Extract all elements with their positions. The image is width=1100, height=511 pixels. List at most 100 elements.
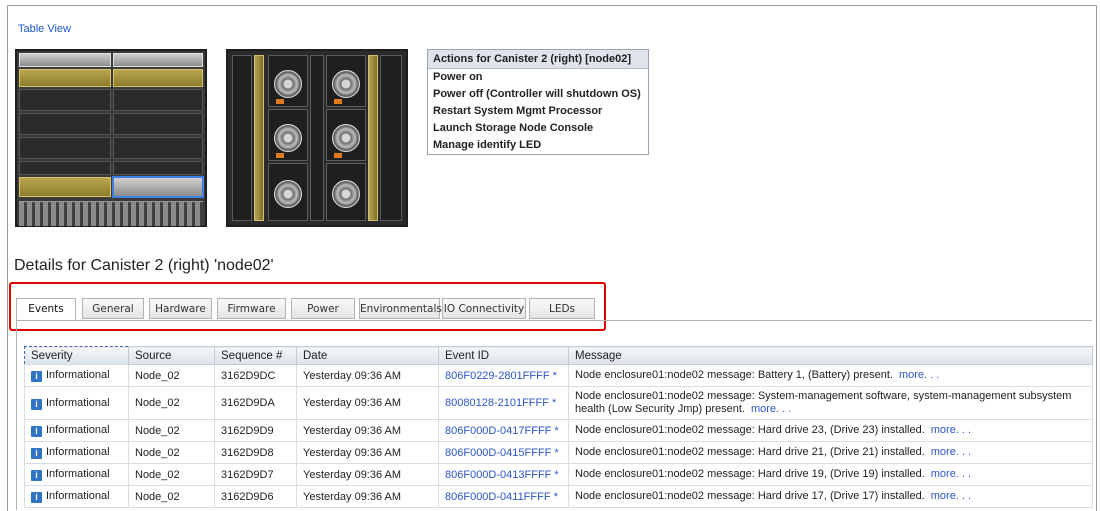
fan-module-6[interactable] — [326, 163, 366, 221]
severity-cell: i Informational — [24, 463, 129, 486]
bay-1[interactable] — [19, 53, 111, 67]
table-row[interactable]: i Informational Node_02 3162D9D9 Yesterda… — [24, 419, 1093, 442]
sequence-cell: 3162D9D9 — [214, 419, 297, 442]
severity-text: Informational — [46, 468, 110, 480]
date-cell: Yesterday 09:36 AM — [296, 386, 439, 420]
bay-5[interactable] — [19, 89, 111, 111]
more-link[interactable]: more. . . — [931, 490, 971, 502]
severity-cell: i Informational — [24, 419, 129, 442]
more-link[interactable]: more. . . — [931, 424, 971, 436]
more-link[interactable]: more. . . — [751, 403, 791, 415]
highlight-box — [9, 282, 606, 331]
bay-11[interactable] — [19, 161, 111, 175]
status-led — [334, 153, 342, 158]
fan-module-3[interactable] — [268, 163, 308, 221]
event-id-cell: 806F0229-2801FFFF * — [438, 364, 569, 387]
rear-rail-left — [254, 55, 264, 221]
canister-2-bay-selected[interactable] — [112, 176, 204, 198]
action-power-on[interactable]: Power on — [428, 69, 648, 86]
action-power-off[interactable]: Power off (Controller will shutdown OS) — [428, 86, 648, 103]
message-cell: Node enclosure01:node02 message: Battery… — [568, 364, 1093, 387]
message-text: Node enclosure01:node02 message: Hard dr… — [575, 468, 925, 480]
column-header-event-id[interactable]: Event ID — [438, 346, 569, 365]
table-row[interactable]: i Informational Node_02 3162D9D7 Yesterda… — [24, 463, 1093, 486]
fan-module-4[interactable] — [326, 55, 366, 107]
event-id-cell: 80080128-2101FFFF * — [438, 386, 569, 420]
severity-cell: i Informational — [24, 364, 129, 387]
tab-panel-border — [16, 320, 1092, 321]
severity-text: Informational — [46, 490, 110, 502]
column-header-message[interactable]: Message — [568, 346, 1093, 365]
info-icon: i — [31, 371, 42, 382]
event-id-link[interactable]: 806F000D-0413FFFF * — [445, 469, 559, 481]
table-row[interactable]: i Informational Node_02 3162D9DC Yesterda… — [24, 364, 1093, 387]
column-header-date[interactable]: Date — [296, 346, 439, 365]
rear-rail-right — [368, 55, 378, 221]
bay-10[interactable] — [113, 137, 203, 159]
table-row[interactable]: i Informational Node_02 3162D9D8 Yesterda… — [24, 441, 1093, 464]
actions-menu-title: Actions for Canister 2 (right) [node02] — [428, 50, 648, 69]
source-cell: Node_02 — [128, 463, 215, 486]
info-icon: i — [31, 448, 42, 459]
severity-text: Informational — [46, 396, 110, 409]
message-cell: Node enclosure01:node02 message: Hard dr… — [568, 441, 1093, 464]
bay-2[interactable] — [113, 53, 203, 67]
column-header-sequence[interactable]: Sequence # — [214, 346, 297, 365]
table-view-link[interactable]: Table View — [18, 23, 71, 35]
table-row[interactable]: i Informational Node_02 3162D9DA Yesterda… — [24, 386, 1093, 420]
rear-module-left[interactable] — [232, 55, 252, 221]
fan-module-5[interactable] — [326, 109, 366, 161]
enclosure-rear-image[interactable] — [226, 49, 408, 227]
event-id-link[interactable]: 806F0229-2801FFFF * — [445, 370, 557, 382]
tab-panel-left-border — [16, 320, 17, 510]
info-icon: i — [31, 398, 42, 410]
drive-bays[interactable] — [19, 201, 203, 226]
bay-6[interactable] — [113, 89, 203, 111]
event-id-link[interactable]: 806F000D-0415FFFF * — [445, 447, 559, 459]
action-manage-led[interactable]: Manage identify LED — [428, 137, 648, 154]
event-id-cell: 806F000D-0413FFFF * — [438, 463, 569, 486]
column-header-severity[interactable]: Severity — [24, 346, 129, 365]
message-text: Node enclosure01:node02 message: Hard dr… — [575, 490, 925, 502]
bay-9[interactable] — [19, 137, 111, 159]
severity-cell: i Informational — [24, 386, 129, 420]
bay-4[interactable] — [113, 69, 203, 87]
fan-icon — [274, 70, 302, 98]
info-icon: i — [31, 492, 42, 503]
canister-1-bay[interactable] — [19, 177, 111, 197]
fan-module-2[interactable] — [268, 109, 308, 161]
message-text: Node enclosure01:node02 message: Battery… — [575, 369, 893, 381]
sequence-cell: 3162D9DA — [214, 386, 297, 420]
severity-text: Informational — [46, 424, 110, 436]
sequence-cell: 3162D9D8 — [214, 441, 297, 464]
bay-3[interactable] — [19, 69, 111, 87]
bay-8[interactable] — [113, 113, 203, 135]
event-id-cell: 806F000D-0415FFFF * — [438, 441, 569, 464]
event-id-link[interactable]: 806F000D-0411FFFF * — [445, 491, 558, 503]
fan-icon — [332, 180, 360, 208]
date-cell: Yesterday 09:36 AM — [296, 419, 439, 442]
message-cell: Node enclosure01:node02 message: Hard dr… — [568, 463, 1093, 486]
bay-12[interactable] — [113, 161, 203, 175]
event-id-link[interactable]: 806F000D-0417FFFF * — [445, 425, 559, 437]
sequence-cell: 3162D9D7 — [214, 463, 297, 486]
rear-module-mid[interactable] — [310, 55, 324, 221]
enclosure-front-image[interactable] — [15, 49, 207, 227]
more-link[interactable]: more. . . — [931, 468, 971, 480]
more-link[interactable]: more. . . — [899, 369, 939, 381]
events-table: Severity Source Sequence # Date Event ID… — [24, 346, 1093, 508]
table-row[interactable]: i Informational Node_02 3162D9D6 Yesterda… — [24, 485, 1093, 508]
severity-text: Informational — [46, 446, 110, 458]
column-header-source[interactable]: Source — [128, 346, 215, 365]
action-restart-smp[interactable]: Restart System Mgmt Processor — [428, 103, 648, 120]
more-link[interactable]: more. . . — [931, 446, 971, 458]
fan-module-1[interactable] — [268, 55, 308, 107]
fan-icon — [274, 180, 302, 208]
event-id-cell: 806F000D-0417FFFF * — [438, 419, 569, 442]
source-cell: Node_02 — [128, 485, 215, 508]
rear-module-right[interactable] — [380, 55, 402, 221]
event-id-link[interactable]: 80080128-2101FFFF * — [445, 397, 556, 409]
action-launch-console[interactable]: Launch Storage Node Console — [428, 120, 648, 137]
date-cell: Yesterday 09:36 AM — [296, 364, 439, 387]
bay-7[interactable] — [19, 113, 111, 135]
